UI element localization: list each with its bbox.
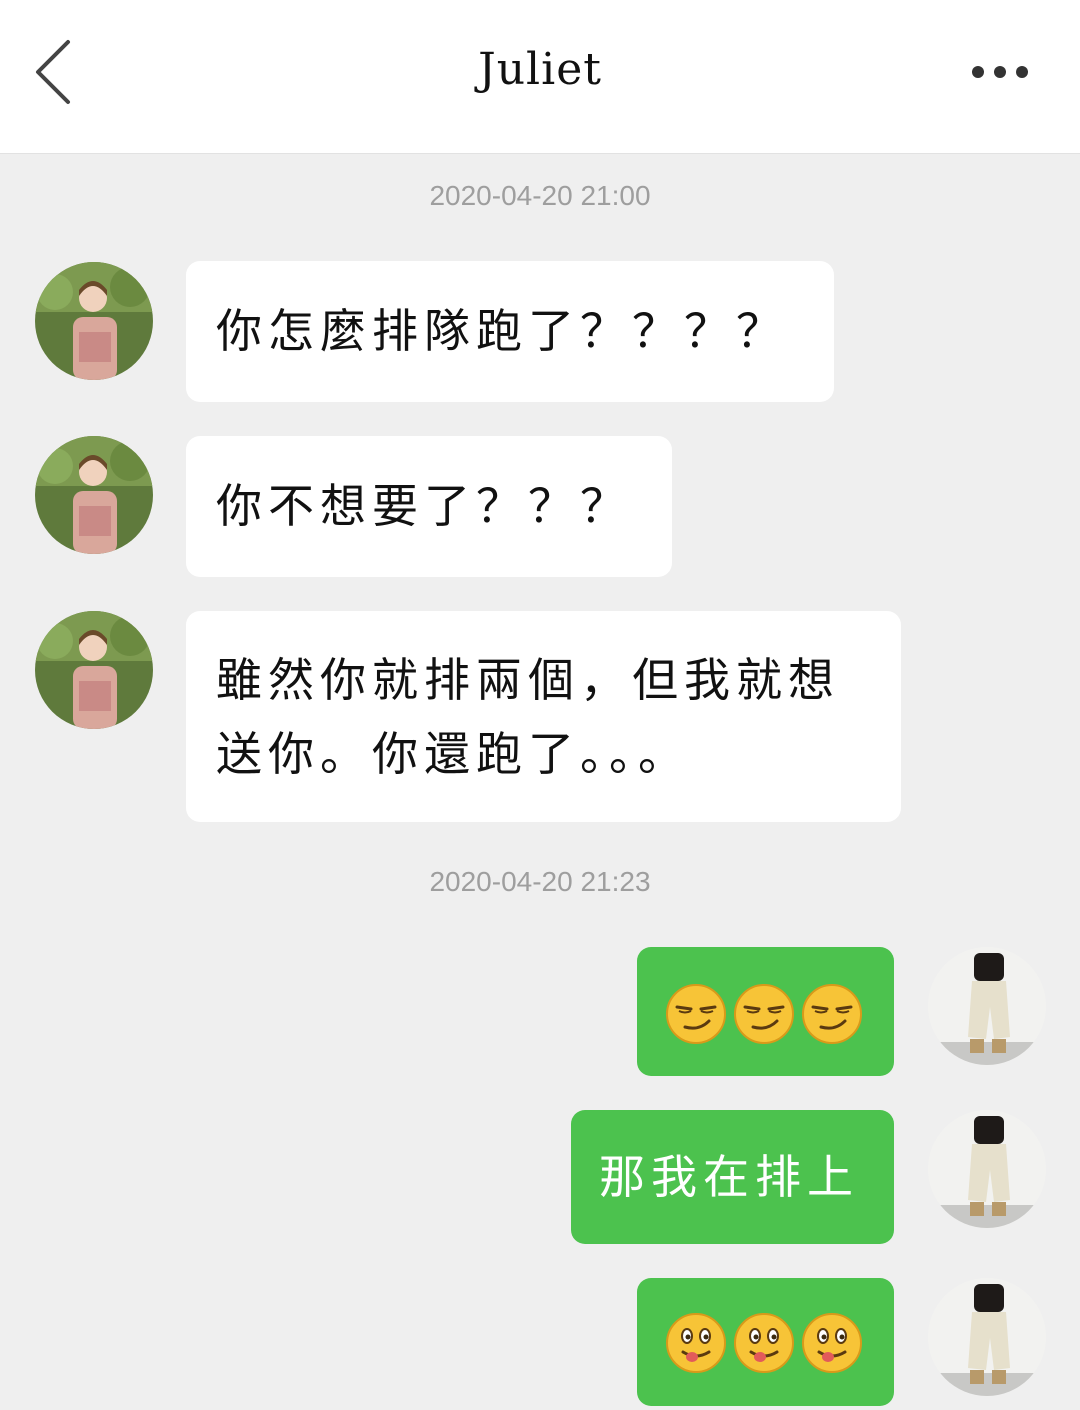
chat-screen: Juliet 2020-04-20 21:00 你怎麼排隊跑了？？？？ 你不想要… (0, 0, 1080, 1410)
tongue-emoji-icon (734, 1313, 794, 1373)
contact-avatar[interactable] (35, 611, 153, 729)
smirk-emoji-icon (666, 984, 726, 1044)
message-text-line: 送你。你還跑了。。。 (216, 727, 690, 781)
outgoing-message-bubble[interactable] (637, 1278, 894, 1406)
message-text: 那我在排上 (599, 1150, 859, 1204)
message-text: 你怎麼排隊跑了？？？？ (216, 304, 788, 358)
top-bar: Juliet (0, 0, 1080, 154)
outgoing-message-bubble[interactable]: 那我在排上 (571, 1110, 894, 1244)
incoming-message-bubble[interactable]: 你不想要了？？？ (186, 436, 672, 577)
timestamp: 2020-04-20 21:23 (429, 866, 651, 897)
message-text-line: 雖然你就排兩個，但我就想 (216, 653, 840, 707)
my-avatar[interactable] (928, 1278, 1046, 1396)
tongue-emoji-icon (666, 1313, 726, 1373)
my-avatar[interactable] (928, 1110, 1046, 1228)
more-dots-icon (972, 66, 1028, 78)
incoming-message-bubble[interactable]: 你怎麼排隊跑了？？？？ (186, 261, 834, 402)
incoming-message-bubble[interactable]: 雖然你就排兩個，但我就想 送你。你還跑了。。。 (186, 611, 901, 822)
message-text: 你不想要了？？？ (216, 479, 632, 533)
chat-title: Juliet (478, 44, 602, 95)
smirk-emoji-icon (734, 984, 794, 1044)
my-avatar[interactable] (928, 947, 1046, 1065)
tongue-emoji-icon (802, 1313, 862, 1373)
timestamp: 2020-04-20 21:00 (429, 180, 651, 211)
more-options-button[interactable] (960, 56, 1040, 88)
contact-avatar[interactable] (35, 436, 153, 554)
contact-avatar[interactable] (35, 262, 153, 380)
outgoing-message-bubble[interactable] (637, 947, 894, 1076)
smirk-emoji-icon (802, 984, 862, 1044)
